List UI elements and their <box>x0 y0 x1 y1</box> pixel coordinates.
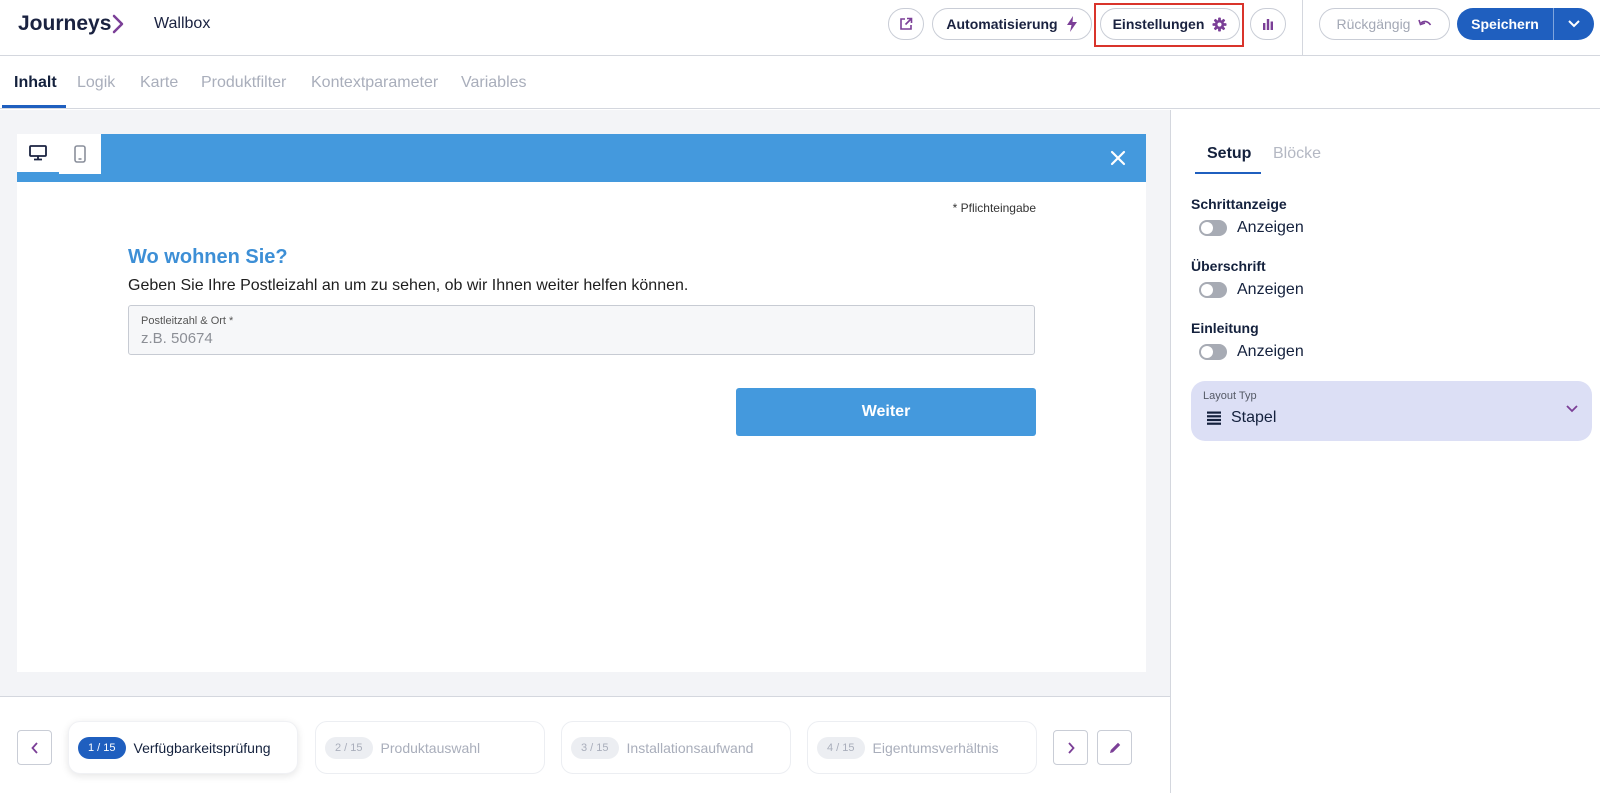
save-options-dropdown[interactable] <box>1554 20 1594 28</box>
schrittanzeige-toggle-row[interactable]: Anzeigen <box>1199 219 1304 237</box>
step-navigation-bar: 1 / 15 Verfügbarkeitsprüfung 2 / 15 Prod… <box>0 696 1170 793</box>
step-card-2[interactable]: 2 / 15 Produktauswahl <box>315 721 545 774</box>
section-einleitung: Einleitung <box>1191 320 1259 336</box>
stack-icon <box>1207 411 1221 425</box>
content-tabs: Inhalt Logik Karte Produktfilter Kontext… <box>0 56 1600 109</box>
postal-code-input[interactable] <box>141 330 1021 347</box>
required-note: * Pflichteingabe <box>952 201 1036 215</box>
panel-active-tab-indicator <box>1195 172 1261 174</box>
previous-step-button[interactable] <box>17 730 52 765</box>
close-icon[interactable] <box>1108 148 1128 168</box>
toggle-label: Anzeigen <box>1237 343 1304 360</box>
section-ueberschrift: Überschrift <box>1191 258 1266 274</box>
step-badge: 1 / 15 <box>78 736 126 759</box>
chevron-down-icon <box>1568 20 1580 28</box>
step-badge: 4 / 15 <box>817 736 865 759</box>
next-button[interactable]: Weiter <box>736 388 1036 436</box>
statistics-button[interactable] <box>1250 8 1286 40</box>
header-divider <box>1302 0 1303 56</box>
question-title: Wo wohnen Sie? <box>128 246 288 268</box>
preview-header-bar <box>17 134 1146 182</box>
layout-type-label: Layout Typ <box>1203 390 1257 402</box>
device-toggle <box>17 134 101 174</box>
step-badge: 3 / 15 <box>571 736 619 759</box>
tab-karte[interactable]: Karte <box>140 74 178 92</box>
undo-label: Rückgängig <box>1336 16 1411 32</box>
save-button[interactable]: Speichern <box>1457 8 1594 40</box>
undo-button[interactable]: Rückgängig <box>1319 8 1450 40</box>
panel-tab-setup[interactable]: Setup <box>1207 145 1251 163</box>
external-link-icon <box>900 17 913 30</box>
tab-variables[interactable]: Variables <box>461 74 527 92</box>
edit-steps-button[interactable] <box>1097 730 1132 765</box>
editor-canvas: * Pflichteingabe Wo wohnen Sie? Geben Si… <box>0 110 1170 696</box>
postal-code-label: Postleitzahl & Ort * <box>141 315 234 327</box>
einleitung-switch[interactable] <box>1199 344 1227 360</box>
breadcrumb-chevron-icon <box>112 14 124 34</box>
tab-logik[interactable]: Logik <box>77 74 115 92</box>
question-subtitle: Geben Sie Ihre Postleizahl an um zu sehe… <box>128 277 689 294</box>
settings-highlight-frame <box>1094 3 1244 47</box>
undo-icon <box>1418 19 1432 26</box>
save-label: Speichern <box>1471 16 1539 32</box>
lightning-icon <box>1066 16 1077 32</box>
mobile-icon <box>74 145 86 163</box>
next-step-button[interactable] <box>1053 730 1088 765</box>
einleitung-toggle-row[interactable]: Anzeigen <box>1199 343 1304 361</box>
brand-title[interactable]: Journeys <box>18 12 111 36</box>
pencil-icon <box>1109 742 1120 753</box>
layout-type-value: Stapel <box>1207 409 1276 427</box>
tab-kontextparameter[interactable]: Kontextparameter <box>311 74 438 92</box>
open-external-button[interactable] <box>888 8 924 40</box>
top-header: Journeys Wallbox Automatisierung Einstel… <box>0 0 1600 56</box>
journey-preview: * Pflichteingabe Wo wohnen Sie? Geben Si… <box>17 134 1146 672</box>
step-card-3[interactable]: 3 / 15 Installationsaufwand <box>561 721 791 774</box>
toggle-label: Anzeigen <box>1237 219 1304 236</box>
ueberschrift-toggle-row[interactable]: Anzeigen <box>1199 281 1304 299</box>
step-label: Eigentumsverhältnis <box>872 739 999 756</box>
properties-panel: Setup Blöcke Schrittanzeige Anzeigen Übe… <box>1170 110 1600 793</box>
step-card-1[interactable]: 1 / 15 Verfügbarkeitsprüfung <box>68 721 298 774</box>
step-card-4[interactable]: 4 / 15 Eigentumsverhältnis <box>807 721 1037 774</box>
postal-code-field[interactable]: Postleitzahl & Ort * <box>128 305 1035 355</box>
step-label: Verfügbarkeitsprüfung <box>133 739 271 756</box>
layout-type-select[interactable]: Layout Typ Stapel <box>1191 381 1592 441</box>
section-schrittanzeige: Schrittanzeige <box>1191 196 1287 212</box>
chevron-right-icon <box>1067 741 1075 754</box>
panel-tab-bloecke[interactable]: Blöcke <box>1273 145 1321 163</box>
mobile-view-button[interactable] <box>59 134 101 174</box>
schrittanzeige-switch[interactable] <box>1199 220 1227 236</box>
chevron-left-icon <box>30 741 38 754</box>
chevron-down-icon <box>1566 405 1578 413</box>
step-label: Installationsaufwand <box>626 739 754 756</box>
step-label: Produktauswahl <box>380 739 481 756</box>
tab-inhalt[interactable]: Inhalt <box>14 74 57 92</box>
project-name: Wallbox <box>154 15 211 32</box>
desktop-icon <box>29 145 47 161</box>
toggle-label: Anzeigen <box>1237 281 1304 298</box>
layout-value-text: Stapel <box>1231 409 1277 426</box>
automation-label: Automatisierung <box>946 16 1058 32</box>
tab-produktfilter[interactable]: Produktfilter <box>201 74 286 92</box>
step-badge: 2 / 15 <box>325 736 373 759</box>
desktop-view-button[interactable] <box>17 134 59 174</box>
ueberschrift-switch[interactable] <box>1199 282 1227 298</box>
automation-button[interactable]: Automatisierung <box>932 8 1092 40</box>
bar-chart-icon <box>1263 19 1273 30</box>
active-tab-indicator <box>2 105 66 108</box>
